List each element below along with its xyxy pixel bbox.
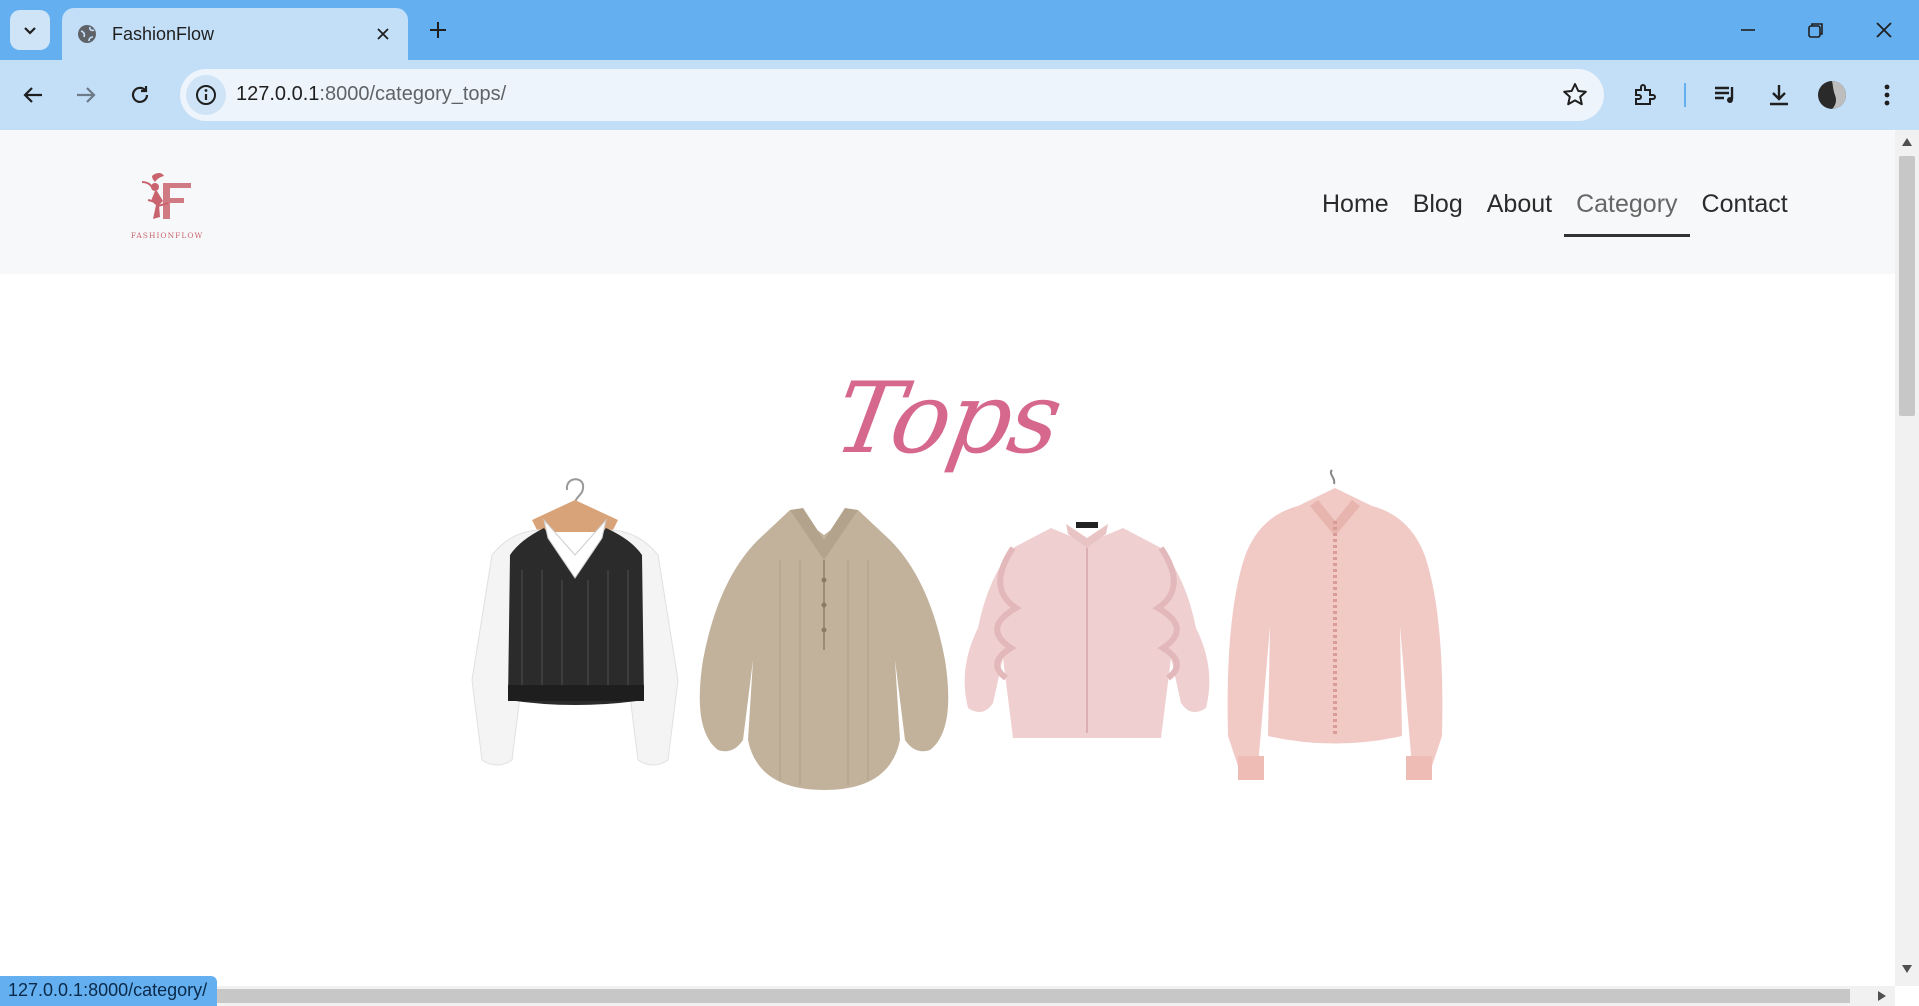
page-title: Tops — [826, 362, 1069, 476]
nav-home[interactable]: Home — [1310, 190, 1401, 234]
restore-icon — [1808, 23, 1823, 38]
tab-title: FashionFlow — [112, 23, 215, 44]
arrow-left-icon — [23, 87, 42, 103]
playlist-icon — [1715, 86, 1734, 103]
nav-category[interactable]: Category — [1564, 190, 1690, 237]
browser-toolbar: 127.0.0.1:8000/category_tops/ — [0, 60, 1919, 130]
arrow-right-icon — [77, 87, 96, 103]
site-header: FASHIONFLOW Home Blog About Category Con… — [0, 130, 1895, 274]
status-bar-url: 127.0.0.1:8000/category/ — [0, 976, 218, 1006]
vertical-scrollbar[interactable] — [1895, 130, 1919, 986]
scrollbar-thumb[interactable] — [1899, 156, 1915, 416]
product-image-pink-ruffle-blouse[interactable] — [956, 518, 1218, 758]
toolbar-divider — [1684, 83, 1686, 107]
profile-button[interactable] — [1815, 78, 1849, 112]
tab-search-button[interactable] — [10, 10, 50, 50]
back-button[interactable] — [13, 75, 53, 115]
bookmark-star-icon[interactable] — [1562, 82, 1588, 108]
url-path: :8000/category_tops/ — [319, 83, 507, 105]
more-vertical-icon — [1884, 84, 1890, 106]
close-icon — [1876, 22, 1892, 38]
scroll-up-arrow-icon[interactable] — [1902, 138, 1912, 146]
product-image-beige-blouse[interactable] — [690, 500, 958, 800]
fashionflow-logo-icon: FASHIONFLOW — [131, 173, 203, 240]
globe-icon — [78, 25, 96, 43]
reload-icon — [131, 86, 149, 103]
close-tab-icon[interactable] — [372, 23, 394, 45]
minimize-button[interactable] — [1726, 10, 1770, 50]
page-content: FASHIONFLOW Home Blog About Category Con… — [0, 130, 1895, 986]
download-icon — [1770, 85, 1788, 106]
reload-button[interactable] — [120, 75, 160, 115]
nav-about[interactable]: About — [1475, 190, 1564, 234]
product-image-knit-vest[interactable] — [452, 460, 702, 810]
plus-icon — [430, 22, 446, 38]
scroll-right-arrow-icon[interactable] — [1878, 991, 1886, 1001]
horizontal-scrollbar[interactable] — [0, 986, 1895, 1006]
forward-button[interactable] — [66, 75, 106, 115]
restore-button[interactable] — [1794, 10, 1838, 50]
address-bar[interactable]: 127.0.0.1:8000/category_tops/ — [180, 69, 1604, 121]
product-image-pink-sheer-blouse[interactable] — [1220, 466, 1450, 792]
nav-blog[interactable]: Blog — [1401, 190, 1475, 234]
url-text[interactable]: 127.0.0.1:8000/category_tops/ — [236, 83, 506, 106]
info-icon — [196, 85, 216, 105]
url-host: 127.0.0.1 — [236, 83, 320, 105]
nav-contact[interactable]: Contact — [1690, 190, 1800, 234]
site-logo[interactable]: FASHIONFLOW — [130, 170, 204, 242]
close-window-button[interactable] — [1862, 10, 1906, 50]
new-tab-button[interactable] — [422, 14, 454, 46]
extensions-button[interactable] — [1628, 78, 1662, 112]
browser-tab-strip: FashionFlow — [0, 0, 1919, 60]
minimize-icon — [1741, 29, 1755, 31]
media-controls-button[interactable] — [1708, 78, 1742, 112]
main-nav: Home Blog About Category Contact — [1310, 190, 1800, 237]
site-info-button[interactable] — [186, 75, 226, 115]
horizontal-scrollbar-thumb[interactable] — [0, 989, 1850, 1003]
puzzle-icon — [1635, 84, 1656, 105]
logo-wordmark: FASHIONFLOW — [131, 231, 203, 240]
menu-button[interactable] — [1870, 78, 1904, 112]
scroll-down-arrow-icon[interactable] — [1902, 965, 1912, 973]
avatar — [1818, 81, 1846, 109]
downloads-button[interactable] — [1762, 78, 1796, 112]
browser-tab[interactable]: FashionFlow — [62, 8, 408, 60]
chevron-down-icon — [24, 27, 36, 35]
